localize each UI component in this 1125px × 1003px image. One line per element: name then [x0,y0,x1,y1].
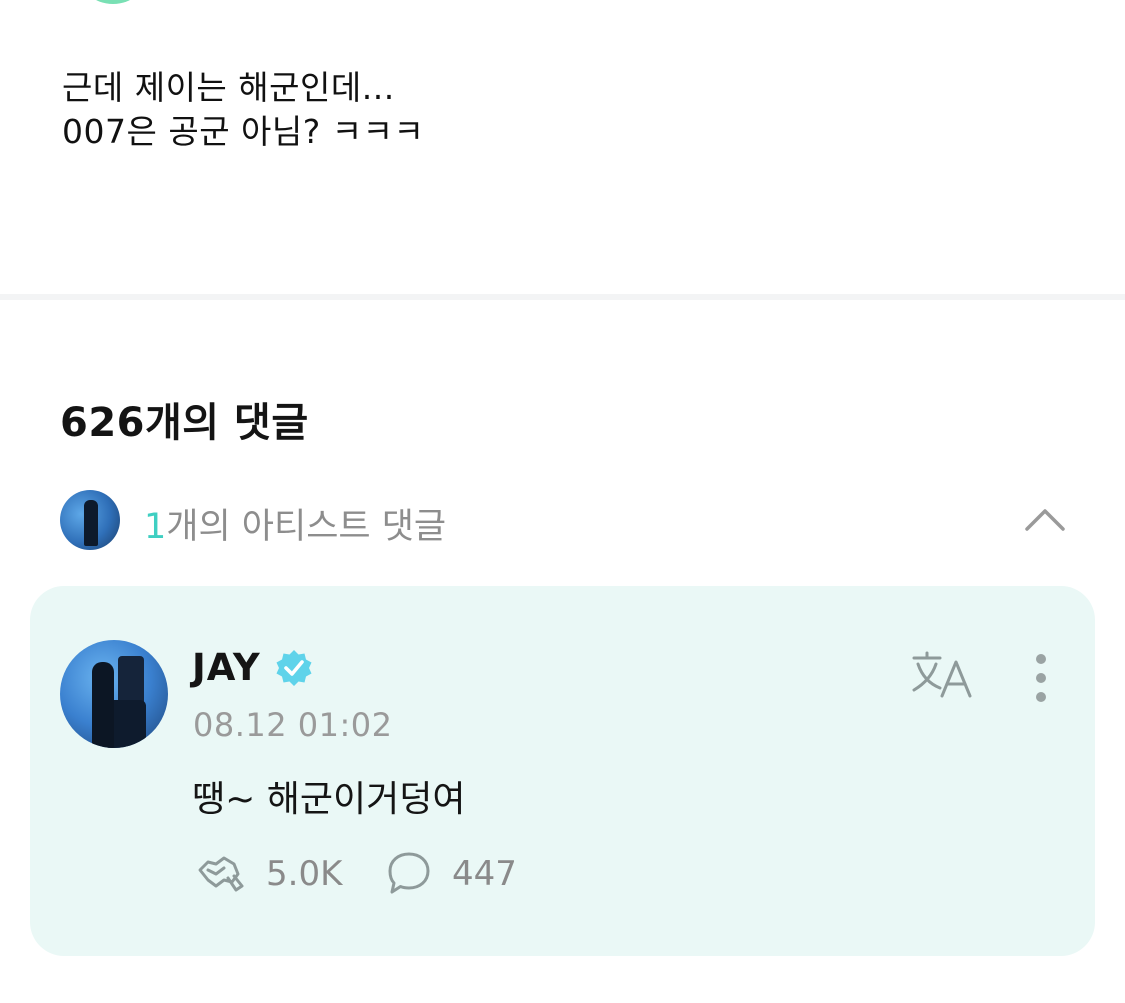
artist-comment-text: 개의 아티스트 댓글 [166,507,447,547]
like-count: 5.0K [266,854,343,894]
section-divider [0,294,1125,300]
comment-text: 땡~ 해군이거덩여 [192,779,466,820]
reply-count: 447 [452,854,517,894]
post-body: 근데 제이는 해군인데... 007은 공군 아님? ㅋㅋㅋ [62,66,424,154]
comments-screen: 근데 제이는 해군인데... 007은 공군 아님? ㅋㅋㅋ 626개의 댓글 … [0,0,1125,1003]
comment-author-avatar[interactable] [60,640,168,748]
artist-comments-toggle[interactable]: 1개의 아티스트 댓글 [60,488,1070,552]
artist-comment-count: 1 [144,507,167,547]
comment-count-heading: 626개의 댓글 [60,400,309,446]
verified-badge-icon [276,650,312,686]
more-vertical-icon[interactable] [1026,652,1056,704]
comment-author-name[interactable]: JAY [192,646,261,689]
artist-avatar [60,490,120,550]
artist-comments-label: 1개의 아티스트 댓글 [144,498,446,549]
post-line-2: 007은 공군 아님? ㅋㅋㅋ [62,112,425,151]
post-line-1: 근데 제이는 해군인데... [62,68,395,107]
comment-actions: 5.0K 447 [194,848,694,896]
post-author-avatar[interactable] [78,0,148,4]
artist-comment-card: JAY 08.12 01:02 땡~ 해군이거덩여 5.0K 447 [30,586,1095,956]
reply-bubble-icon[interactable] [386,850,432,896]
translate-icon[interactable] [910,650,974,700]
comment-timestamp: 08.12 01:02 [193,706,393,744]
like-icon[interactable] [194,850,246,896]
chevron-up-icon[interactable] [1024,506,1066,532]
